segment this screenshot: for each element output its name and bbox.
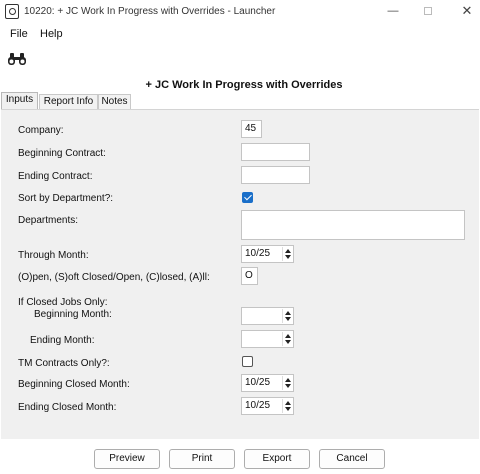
inputs-panel: Company: 45 Beginning Contract: Ending C…: [1, 109, 479, 439]
tab-notes[interactable]: Notes: [98, 94, 131, 110]
ending-closed-month-spinner[interactable]: [282, 399, 292, 413]
ending-closed-month-label: Ending Closed Month:: [18, 402, 117, 413]
beginning-month-label: Beginning Month:: [34, 309, 112, 320]
preview-button[interactable]: Preview: [94, 449, 160, 469]
tab-inputs[interactable]: Inputs: [1, 92, 38, 110]
through-month-value: 10/25: [245, 248, 271, 259]
status-field[interactable]: O: [241, 267, 258, 285]
ending-contract-field[interactable]: [241, 166, 310, 184]
toolbar: [0, 46, 480, 70]
status-label: (O)pen, (S)oft Closed/Open, (C)losed, (A…: [18, 272, 210, 283]
closed-jobs-header: If Closed Jobs Only:: [18, 297, 108, 308]
ending-contract-label: Ending Contract:: [18, 171, 93, 182]
cancel-button[interactable]: Cancel: [319, 449, 385, 469]
sort-by-department-label: Sort by Department?:: [18, 193, 114, 204]
ending-closed-month-value: 10/25: [245, 400, 271, 411]
form-title: + JC Work In Progress with Overrides: [145, 79, 343, 91]
title-bar: 10220: + JC Work In Progress with Overri…: [0, 0, 480, 24]
beginning-closed-month-spinner[interactable]: [282, 376, 292, 390]
beginning-closed-month-label: Beginning Closed Month:: [18, 379, 130, 390]
app-icon: [5, 4, 19, 19]
maximize-button[interactable]: [420, 3, 438, 19]
tab-report-info[interactable]: Report Info: [39, 94, 98, 110]
beginning-contract-label: Beginning Contract:: [18, 148, 106, 159]
company-label: Company:: [18, 125, 64, 136]
ending-month-field[interactable]: [241, 330, 294, 348]
export-button[interactable]: Export: [244, 449, 310, 469]
beginning-closed-month-value: 10/25: [245, 377, 271, 388]
button-bar: Preview Print Export Cancel: [0, 440, 480, 474]
through-month-field[interactable]: 10/25: [241, 245, 294, 263]
company-field[interactable]: 45: [241, 120, 262, 138]
binoculars-icon[interactable]: [7, 52, 27, 66]
through-month-spinner[interactable]: [282, 247, 292, 261]
ending-closed-month-field[interactable]: 10/25: [241, 397, 294, 415]
beginning-contract-field[interactable]: [241, 143, 310, 161]
ending-month-label: Ending Month:: [30, 335, 95, 346]
print-button[interactable]: Print: [169, 449, 235, 469]
menu-help[interactable]: Help: [40, 28, 63, 40]
beginning-month-spinner[interactable]: [282, 309, 292, 323]
close-button[interactable]: ✕: [458, 3, 476, 19]
menu-bar: File Help: [0, 25, 480, 43]
tm-contracts-only-label: TM Contracts Only?:: [18, 358, 110, 369]
minimize-button[interactable]: —: [384, 3, 402, 19]
sort-by-department-checkbox[interactable]: [242, 192, 253, 203]
tm-contracts-only-checkbox[interactable]: [242, 356, 253, 367]
through-month-label: Through Month:: [18, 250, 89, 261]
window-title: 10220: + JC Work In Progress with Overri…: [24, 6, 276, 17]
ending-month-spinner[interactable]: [282, 332, 292, 346]
beginning-month-field[interactable]: [241, 307, 294, 325]
departments-label: Departments:: [18, 215, 79, 226]
menu-file[interactable]: File: [10, 28, 28, 40]
maximize-icon: [424, 7, 432, 15]
tab-strip: Inputs Report Info Notes: [0, 92, 480, 110]
departments-field[interactable]: [241, 210, 465, 240]
beginning-closed-month-field[interactable]: 10/25: [241, 374, 294, 392]
